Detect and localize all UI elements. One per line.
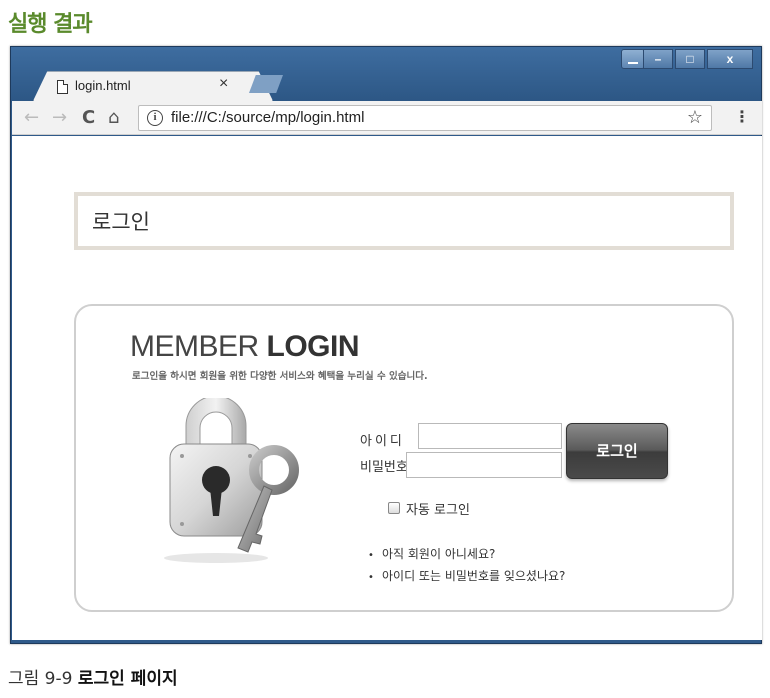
list-item[interactable]: • 아직 회원이 아니세요? xyxy=(368,544,565,566)
caption-number: 그림 9-9 xyxy=(8,669,78,689)
find-account-link[interactable]: 아이디 또는 비밀번호를 잊으셨나요? xyxy=(382,569,565,583)
info-icon[interactable]: i xyxy=(147,110,163,126)
title-bar: login.html × – □ x xyxy=(11,47,761,103)
reload-icon[interactable]: C xyxy=(82,107,95,128)
auto-login-label: 자동 로그인 xyxy=(406,503,470,518)
tab-close-icon[interactable]: × xyxy=(219,75,228,93)
page-viewport: 로그인 MEMBER LOGIN 로그인을 하시면 회원을 위한 다양한 서비스… xyxy=(12,136,762,640)
browser-window: login.html × – □ x ← → C ⌂ i file:///C:/… xyxy=(10,46,762,644)
password-input[interactable] xyxy=(406,452,562,478)
id-input[interactable] xyxy=(418,423,562,449)
lock-and-key-icon xyxy=(164,398,299,563)
list-item[interactable]: • 아이디 또는 비밀번호를 잊으셨나요? xyxy=(368,566,565,588)
url-text[interactable]: file:///C:/source/mp/login.html xyxy=(171,109,364,126)
home-icon[interactable]: ⌂ xyxy=(108,107,119,128)
maximize-button[interactable]: □ xyxy=(675,49,705,69)
browser-tab[interactable] xyxy=(33,71,273,101)
bullet: • xyxy=(368,550,374,561)
tab-title: login.html xyxy=(75,78,131,93)
member-title-light: MEMBER xyxy=(130,330,267,363)
address-bar[interactable]: i file:///C:/source/mp/login.html ☆ xyxy=(138,105,712,131)
password-label: 비밀번호 xyxy=(360,460,408,475)
member-title-bold: LOGIN xyxy=(266,330,360,363)
figure-caption: 그림 9-9 로그인 페이지 xyxy=(8,664,178,689)
caption-title: 로그인 페이지 xyxy=(77,669,178,689)
browser-toolbar: ← → C ⌂ i file:///C:/source/mp/login.htm… xyxy=(12,101,762,135)
minimize-button[interactable]: – xyxy=(643,49,673,69)
forward-arrow-icon[interactable]: → xyxy=(52,107,67,128)
bookmark-star-icon[interactable]: ☆ xyxy=(687,107,703,128)
member-login-subtitle: 로그인을 하시면 회원을 위한 다양한 서비스와 혜택을 누리실 수 있습니다. xyxy=(132,371,428,382)
page-icon xyxy=(57,80,68,94)
id-label: 아이디 xyxy=(360,434,405,449)
login-panel: MEMBER LOGIN 로그인을 하시면 회원을 위한 다양한 서비스와 혜택… xyxy=(74,304,734,612)
auto-login-checkbox[interactable] xyxy=(388,502,400,514)
page-title: 로그인 xyxy=(92,210,150,234)
member-login-title: MEMBER LOGIN xyxy=(130,330,360,364)
back-arrow-icon[interactable]: ← xyxy=(24,107,39,128)
page-header: 로그인 xyxy=(74,192,734,250)
help-links: • 아직 회원이 아니세요? • 아이디 또는 비밀번호를 잊으셨나요? xyxy=(368,544,565,588)
bullet: • xyxy=(368,572,374,583)
window-controls: – □ x xyxy=(641,49,753,71)
section-heading: 실행 결과 xyxy=(8,12,93,37)
login-button[interactable]: 로그인 xyxy=(566,423,668,479)
close-window-button[interactable]: x xyxy=(707,49,753,69)
signup-link[interactable]: 아직 회원이 아니세요? xyxy=(382,547,495,561)
menu-icon[interactable]: ⋮ xyxy=(734,107,750,126)
